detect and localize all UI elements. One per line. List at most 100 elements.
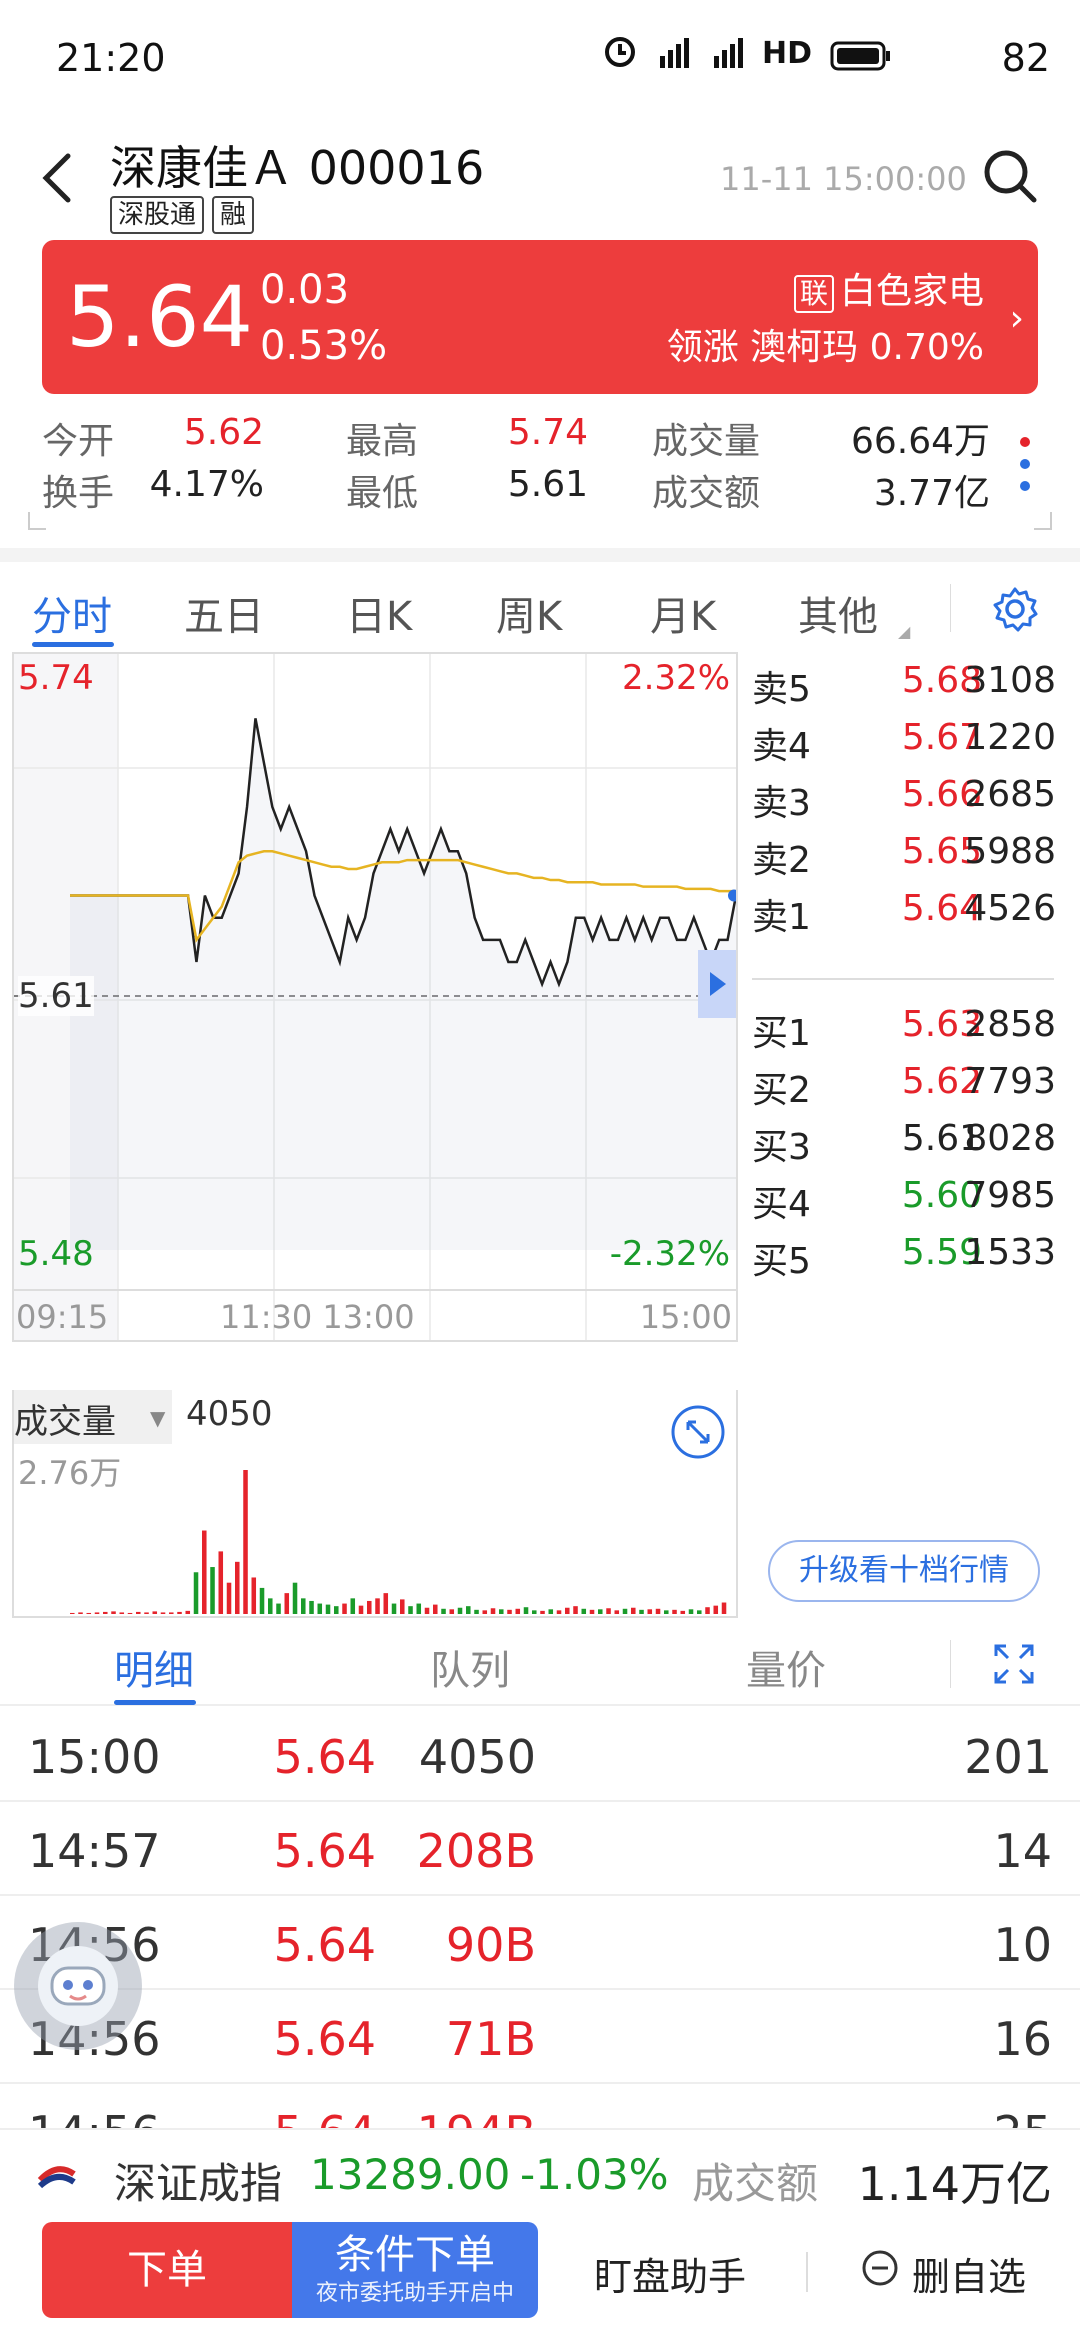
monitor-assistant-button[interactable]: 盯盘助手: [594, 2246, 746, 2301]
volume-bar: [259, 1587, 265, 1614]
x-label-mid: 11:30 13:00: [220, 1298, 415, 1336]
trade-price: 5.64: [273, 2012, 376, 2066]
volume-bar: [268, 1598, 273, 1614]
bid-row[interactable]: 买2 5.62 7793: [752, 1053, 1062, 1111]
tab-other[interactable]: 其他: [798, 584, 878, 642]
volume-bar: [490, 1608, 496, 1614]
trade-volume: 90B: [445, 1918, 536, 1972]
leader-label: 领涨: [666, 327, 739, 368]
volume-bar: [251, 1577, 257, 1614]
minus-circle-icon[interactable]: [860, 2248, 900, 2288]
volume-bar: [721, 1602, 727, 1614]
place-order-button[interactable]: 下单: [42, 2222, 292, 2318]
sector-name: 白色家电: [839, 271, 984, 312]
trade-row: 14:56 5.64 90B 10: [0, 1896, 1080, 1990]
trade-count: 10: [993, 1918, 1052, 1972]
trade-count: 201: [964, 1730, 1052, 1784]
more-menu-icon[interactable]: [1010, 430, 1040, 500]
sector-info[interactable]: 联白色家电 领涨 澳柯玛 0.70%: [667, 264, 984, 376]
level-label: 买4: [752, 1184, 811, 1225]
ask-row[interactable]: 卖5 5.68 3108: [752, 652, 1062, 710]
tab-monthly-k[interactable]: 月K: [650, 584, 716, 642]
volume-bar: [697, 1610, 702, 1614]
tab-volume-price[interactable]: 量价: [746, 1638, 826, 1696]
volume-bar: [507, 1609, 512, 1614]
volume-bar: [639, 1609, 644, 1614]
volume-bar: [342, 1603, 347, 1614]
volume-chart[interactable]: 成交量 ▼ 4050 2.76万: [12, 1390, 738, 1618]
volume-bar: [284, 1593, 290, 1614]
trade-time: 15:00: [28, 1730, 161, 1784]
quote-datetime: 11-11 15:00:00: [720, 160, 967, 198]
volume-bar: [565, 1607, 570, 1614]
tab-queue[interactable]: 队列: [430, 1638, 510, 1696]
search-icon[interactable]: [980, 146, 1040, 206]
chevron-right-icon[interactable]: ›: [1010, 298, 1024, 339]
trade-price: 5.64: [273, 1730, 376, 1784]
conditional-order-button[interactable]: 条件下单 夜市委托助手开启中: [292, 2222, 538, 2318]
level-label: 卖5: [752, 669, 811, 710]
signal-icon: [652, 32, 762, 72]
bid-row[interactable]: 买4 5.60 7985: [752, 1167, 1062, 1225]
settings-gear-icon[interactable]: [990, 584, 1040, 634]
tab-detail[interactable]: 明细: [114, 1638, 194, 1696]
level-price: 5.67: [901, 717, 982, 758]
volume-bar: [474, 1609, 479, 1614]
tab-weekly-k[interactable]: 周K: [496, 584, 562, 642]
tab-five-day[interactable]: 五日: [184, 584, 264, 642]
tab-intraday[interactable]: 分时: [32, 584, 112, 642]
remove-watchlist-button[interactable]: 删自选: [912, 2246, 1026, 2301]
volume-bar: [111, 1611, 116, 1614]
trade-tabs: 明细 队列 量价: [0, 1620, 1080, 1706]
volume-bar: [358, 1605, 364, 1614]
volume-bar: [400, 1599, 405, 1614]
volume-label[interactable]: 成交量: [14, 1394, 116, 1443]
volume-bar: [177, 1611, 182, 1614]
price-change: 0.03 0.53%: [260, 262, 387, 374]
level-price: 5.62: [901, 1061, 982, 1102]
volume-bar: [622, 1608, 628, 1614]
ask-row[interactable]: 卖3 5.66 2685: [752, 766, 1062, 824]
y-label-bottom: 5.48: [18, 1234, 94, 1274]
index-ticker[interactable]: 深证成指 13289.00 -1.03% 成交额 1.14万亿: [0, 2128, 1080, 2222]
stock-header: 深康佳Ａ 000016 深股通 融 11-11 15:00:00: [0, 120, 1080, 235]
volume-bar: [127, 1612, 133, 1614]
sector-badge: 联: [793, 275, 834, 313]
level-price: 5.63: [901, 1004, 982, 1045]
index-change: -1.03%: [520, 2150, 669, 2199]
trade-time: 14:57: [28, 1824, 161, 1878]
fullscreen-icon[interactable]: [670, 1404, 726, 1460]
change-amount: 0.03: [260, 267, 350, 313]
level-volume: 3108: [964, 660, 1056, 701]
tab-daily-k[interactable]: 日K: [346, 584, 412, 642]
level-label: 买5: [752, 1241, 811, 1282]
back-icon[interactable]: [36, 148, 76, 208]
stock-tags: 深股通 融: [110, 196, 255, 234]
volume-bar: [276, 1603, 281, 1614]
expand-icon[interactable]: [992, 1642, 1036, 1686]
level-volume: 5988: [964, 831, 1056, 872]
assistant-avatar[interactable]: [14, 1922, 142, 2050]
trade-volume: 71B: [445, 2012, 536, 2066]
price-banner[interactable]: 5.64 0.03 0.53% 联白色家电 领涨 澳柯玛 0.70% ›: [42, 240, 1038, 394]
volume-bar: [226, 1582, 232, 1614]
open-value: 5.62: [183, 412, 264, 453]
volume-bar: [499, 1609, 504, 1614]
y-label-top-pct: 2.32%: [621, 658, 730, 698]
volume-bar: [424, 1607, 430, 1614]
volume-bar: [532, 1610, 537, 1614]
battery-level: 82: [1001, 36, 1050, 80]
ask-row[interactable]: 卖2 5.65 5988: [752, 823, 1062, 881]
conditional-order-sub: 夜市委托助手开启中: [315, 2281, 514, 2306]
bid-row[interactable]: 买5 5.59 1533: [752, 1224, 1062, 1282]
upgrade-button[interactable]: 升级看十档行情: [768, 1540, 1040, 1602]
triangle-icon: ◢: [898, 622, 911, 641]
bid-row[interactable]: 买3 5.61 8028: [752, 1110, 1062, 1168]
dropdown-triangle-icon[interactable]: ▼: [150, 1406, 165, 1430]
bid-row[interactable]: 买1 5.63 2858: [752, 996, 1062, 1054]
ask-row[interactable]: 卖4 5.67 1220: [752, 709, 1062, 767]
quote-stats: 今开 5.62 最高 5.74 成交量 66.64万 换手 4.17% 最低 5…: [42, 412, 1002, 522]
intraday-chart[interactable]: 5.74 2.32% 5.61 5.48 -2.32% 09:15 11:30 …: [12, 652, 740, 1342]
ask-row[interactable]: 卖1 5.64 4526: [752, 880, 1062, 938]
leader-percent: 0.70%: [869, 327, 984, 368]
